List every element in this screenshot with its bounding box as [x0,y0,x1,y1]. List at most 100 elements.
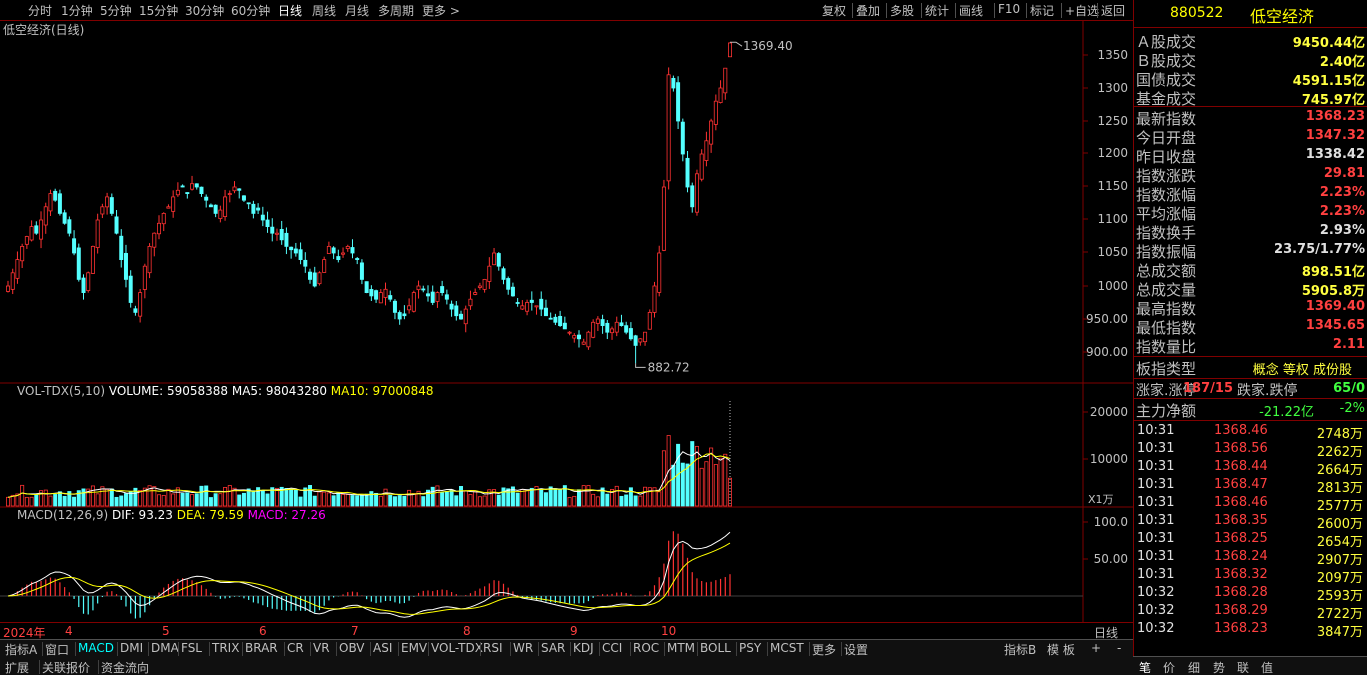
indicator-tab-3[interactable]: DMI [120,641,143,655]
period-0[interactable]: 分时 [28,2,52,19]
indicator-tab-20[interactable]: MTM [667,641,695,655]
candle-body [72,238,77,254]
date-axis-label: 6 [259,624,267,638]
period-5[interactable]: 60分钟 [231,2,270,19]
toolbar-button-4[interactable]: 画线 [959,2,983,19]
quote-tab-1[interactable]: 价 [1163,659,1175,675]
candle-body [643,331,648,343]
candle-body [619,322,624,327]
indicator-tab-11[interactable]: ASI [373,641,392,655]
candle-body [647,311,652,330]
indicator-tab-7[interactable]: BRAR [245,641,278,655]
kline-chart-svg[interactable]: 低空经济(日线) 1350 1300 1250 1200 1150 1100 1050 1000… [0,21,1133,622]
period-6[interactable]: 日线 [278,2,302,19]
quote-tab-4[interactable]: 联 [1237,659,1249,675]
volume-bar [213,493,218,507]
board-type-value[interactable]: 概念 等权 成份股 [1253,359,1352,378]
indicator-tab-5[interactable]: FSL [181,641,202,655]
stat-label: 总成交额 [1136,262,1197,280]
toolbar-button-3[interactable]: 统计 [925,2,949,19]
indicator-tab-right-3[interactable]: - [1117,641,1121,655]
candle-body [666,74,671,182]
toolbar-button-5[interactable]: F10 [998,2,1020,16]
period-8[interactable]: 月线 [345,2,369,19]
indicator-tab-6[interactable]: TRIX [212,641,239,655]
indicator-tab-13[interactable]: VOL-TDX [431,641,483,655]
indicator-tab-4[interactable]: DMA [151,641,179,655]
indicator-tab-15[interactable]: WR [513,641,533,655]
volume-bar [43,489,48,507]
indicator-tab-19[interactable]: ROC [633,641,659,655]
indicator-tab-21[interactable]: BOLL [700,641,731,655]
extension-tab-2[interactable]: 资金流向 [101,659,149,675]
period-10[interactable]: 更多 > [422,2,460,19]
volume-bar [199,485,204,507]
quote-tab-3[interactable]: 势 [1213,659,1225,675]
tick-row: 10:32 1368.29 2722万 [1134,602,1367,622]
indicator-tab-2[interactable]: MACD [78,641,114,655]
indicator-tab-10[interactable]: OBV [339,641,365,655]
period-4[interactable]: 30分钟 [185,2,224,19]
toolbar-button-2[interactable]: 多股 [890,2,914,19]
indicator-tab-0[interactable]: 指标A [5,641,37,658]
candle-body [152,232,157,248]
candle-body [76,247,81,280]
stat-value: 5905.8万 [1301,284,1365,299]
stat-row: Ｂ股成交 2.40亿 [1134,50,1367,70]
period-2[interactable]: 5分钟 [100,2,132,19]
indicator-tab-8[interactable]: CR [287,641,304,655]
indicator-tab-12[interactable]: EMV [401,641,427,655]
volume-bar [53,494,58,507]
toolbar-button-1[interactable]: 叠加 [856,2,880,19]
volume-bar [694,445,699,507]
volume-bar [713,464,718,507]
extension-tab-1[interactable]: 关联报价 [42,659,90,675]
indicator-tab-18[interactable]: CCI [602,641,622,655]
indicator-tab-22[interactable]: PSY [739,641,761,655]
candle-body [397,312,402,320]
indicator-tab-25[interactable]: 设置 [844,641,868,658]
main-flow-label: 主力净额 [1136,402,1197,420]
candle-body [62,212,67,224]
volume-bar [671,464,676,507]
extension-tab-0[interactable]: 扩展 [5,659,29,675]
period-7[interactable]: 周线 [312,2,336,19]
stat-label: Ｂ股成交 [1136,52,1197,70]
indicator-tab-right-0[interactable]: 指标B [1004,641,1036,658]
toolbar-button-6[interactable]: 标记 [1030,2,1054,19]
kline-chart-area[interactable]: 低空经济(日线) 1350 1300 1250 1200 1150 1100 1050 1000… [0,21,1133,641]
volume-bar [123,493,128,507]
volume-bar [185,492,190,507]
stat-value: 898.51亿 [1301,265,1365,280]
period-3[interactable]: 15分钟 [139,2,178,19]
volume-bar [699,467,704,507]
quote-tab-2[interactable]: 细 [1188,659,1200,675]
price-tick-label: 1100 [1097,212,1128,226]
candle-body [95,219,100,248]
indicator-tab-17[interactable]: KDJ [573,641,594,655]
volume-bar [293,489,298,507]
indicator-tab-9[interactable]: VR [313,641,330,655]
indicator-tab-right-1[interactable]: 模 板 [1047,641,1075,658]
indicator-tab-right-2[interactable]: + [1091,641,1101,655]
volume-bar [411,493,416,507]
divider [1134,420,1367,421]
period-9[interactable]: 多周期 [378,2,414,19]
quote-tab-5[interactable]: 值 [1261,659,1273,675]
quote-tab-0[interactable]: 笔 [1139,659,1151,675]
toolbar-button-8[interactable]: 返回 [1101,2,1125,19]
indicator-tab-14[interactable]: RSI [483,641,503,655]
tick-price: 1368.35 [1214,513,1268,528]
toolbar-button-7[interactable]: +自选 [1065,2,1099,19]
tick-row: 10:31 1368.32 2097万 [1134,566,1367,586]
indicator-tab-24[interactable]: 更多 [812,641,836,658]
indicator-tab-23[interactable]: MCST [770,641,804,655]
indicator-tab-16[interactable]: SAR [541,641,565,655]
stat-value: 23.75/1.77% [1274,242,1365,257]
stat-row: 指数涨幅 2.23% [1134,184,1367,204]
period-1[interactable]: 1分钟 [61,2,93,19]
indicator-tab-1[interactable]: 窗口 [45,641,69,658]
candle-body [128,275,133,303]
candle-body [411,292,416,312]
toolbar-button-0[interactable]: 复权 [822,2,846,19]
